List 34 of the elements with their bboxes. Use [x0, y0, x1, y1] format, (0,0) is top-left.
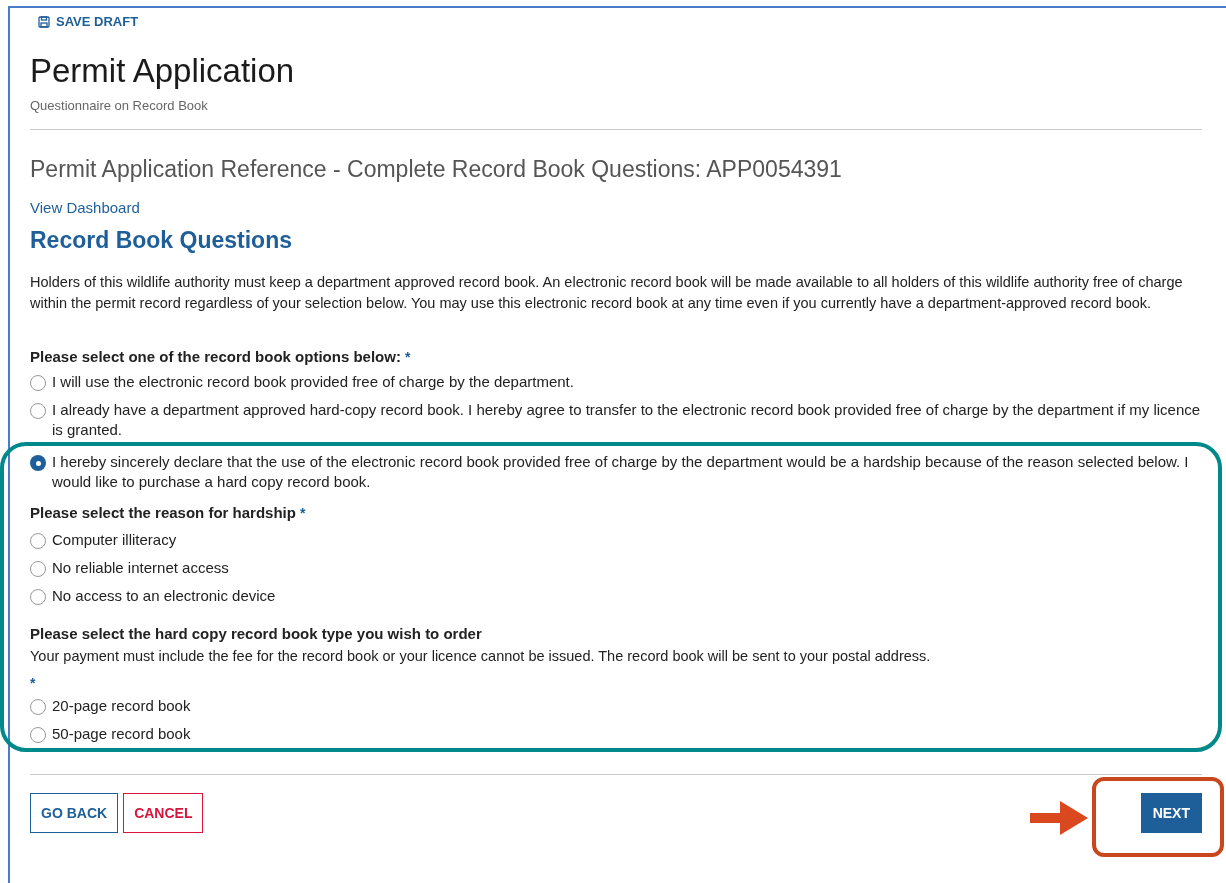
- save-draft-button[interactable]: SAVE DRAFT: [38, 12, 139, 32]
- page-title: Permit Application: [30, 51, 296, 90]
- cancel-button[interactable]: CANCEL: [123, 793, 204, 834]
- question-label: Please select the hard copy record book type you wish to order: [30, 623, 483, 644]
- option-label: Computer illiteracy: [52, 529, 177, 550]
- option-label: No access to an electronic device: [52, 585, 276, 606]
- option-label: 20-page record book: [52, 696, 191, 717]
- next-button[interactable]: NEXT: [1140, 793, 1202, 834]
- required-mark: *: [299, 504, 306, 523]
- option-label: I will use the electronic record book provided free of charge by the department.: [52, 372, 574, 392]
- dashboard-link[interactable]: View Dashboard: [30, 196, 140, 219]
- question-label: Please select the reason for hardship: [30, 503, 296, 523]
- go-back-button[interactable]: GO BACK: [30, 793, 119, 834]
- question-note: Your payment must include the fee for the record book or your licence cannot be issued. The record book will be sent to your postal address.: [30, 646, 932, 666]
- radio-button[interactable]: [30, 532, 46, 549]
- required-mark: *: [404, 347, 411, 367]
- option-label: I hereby sincerely declare that the use of the electronic record book provided free of charge by the department would be a hardship because of the reason selected below. I would like to purchase a hard copy record book.: [52, 452, 1190, 492]
- option-label: 50-page record book: [52, 724, 191, 745]
- arrow-icon: [1030, 801, 1088, 836]
- radio-button[interactable]: [30, 727, 46, 744]
- option-label: I already have a department approved hard-copy record book. I hereby agree to transfer to the electronic record book provided free of charge by the department if my licence is granted.: [52, 400, 1202, 440]
- radio-button[interactable]: [30, 560, 46, 577]
- radio-button[interactable]: [30, 403, 46, 419]
- radio-button[interactable]: [30, 699, 46, 716]
- intro-paragraph: Holders of this wildlife authority must keep a department approved record book. An electronic record book will be made available to all holders of this wildlife authority free of charge within the permit record regardless of your selection below. You may use this electronic record book at any time even if you currently have a department-approved record book.: [30, 272, 1184, 313]
- section-title: Record Book Questions: [30, 226, 293, 255]
- radio-button[interactable]: [30, 375, 46, 391]
- option-label: No reliable internet access: [52, 557, 229, 578]
- reference-heading: Permit Application Reference - Complete Record Book Questions: APP0054391: [30, 155, 843, 184]
- question-label: Please select one of the record book options below:: [30, 346, 401, 367]
- required-mark: *: [30, 674, 36, 694]
- page-subtitle: Questionnaire on Record Book: [30, 96, 209, 115]
- radio-button[interactable]: [30, 455, 46, 471]
- radio-button[interactable]: [30, 588, 46, 605]
